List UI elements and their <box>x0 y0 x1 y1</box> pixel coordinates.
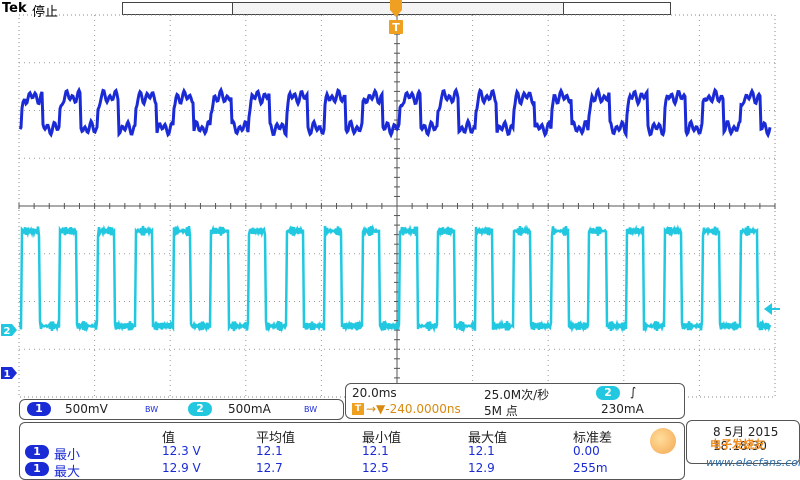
meas-cell: 12.9 <box>468 461 495 475</box>
meas-cell: 12.5 <box>362 461 389 475</box>
trigger-source-badge[interactable]: 2 <box>596 386 620 400</box>
measurement-row[interactable]: 1 最小 12.3 V 12.1 12.1 12.1 0.00 <box>20 444 684 463</box>
watermark-site: www.elecfans.com <box>706 456 800 469</box>
timebase-trigger-panel[interactable]: 20.0ms 25.0M次/秒 2 ∫ T →▼-240.0000ns 5M 点… <box>345 383 685 419</box>
meas-cell: 255m <box>573 461 608 475</box>
ch2-ground-marker[interactable]: 2 <box>1 324 17 337</box>
channel-settings-panel[interactable]: 1 500mV BW 2 500mA BW <box>19 399 344 420</box>
watermark-logo-icon <box>650 428 676 454</box>
channel-1-scale: 500mV <box>65 402 108 416</box>
trigger-level: 230mA <box>601 402 644 416</box>
record-length: 5M 点 <box>484 404 518 418</box>
trigger-position-icon: T <box>352 403 364 415</box>
meas-channel-badge: 1 <box>25 462 49 476</box>
svg-text:2: 2 <box>4 326 11 337</box>
channel-2-bw-limit: BW <box>304 405 318 414</box>
meas-cell: 12.1 <box>468 444 495 458</box>
time-per-division: 20.0ms <box>352 386 397 400</box>
trigger-level-marker[interactable] <box>764 303 780 315</box>
meas-cell: 12.9 V <box>162 461 201 475</box>
meas-cell: 0.00 <box>573 444 600 458</box>
svg-text:1: 1 <box>4 369 11 380</box>
measurement-panel[interactable]: 值 平均值 最小值 最大值 标准差 1 最小 12.3 V 12.1 12.1 … <box>19 422 685 480</box>
trigger-marker-label: T <box>392 21 400 34</box>
trigger-position-marker[interactable]: T <box>389 0 403 34</box>
measurement-row[interactable]: 1 最大 12.9 V 12.7 12.5 12.9 255m <box>20 461 684 480</box>
channel-1-waveform <box>18 86 772 140</box>
sample-rate: 25.0M次/秒 <box>484 388 550 402</box>
meas-name: 最大 <box>54 465 81 480</box>
watermark-logo-text: 电子发烧友 <box>710 438 765 451</box>
meas-cell: 12.7 <box>256 461 283 475</box>
channel-2-badge[interactable]: 2 <box>188 402 212 416</box>
meas-cell: 12.1 <box>256 444 283 458</box>
ch1-ground-marker[interactable]: 1 <box>1 367 17 380</box>
channel-1-badge[interactable]: 1 <box>27 402 51 416</box>
channel-2-waveform <box>18 223 772 334</box>
graticule <box>18 14 776 398</box>
meas-cell: 12.1 <box>362 444 389 458</box>
meas-cell: 12.3 V <box>162 444 201 458</box>
meas-channel-badge: 1 <box>25 445 49 459</box>
channel-1-bw-limit: BW <box>145 405 159 414</box>
channel-2-scale: 500mA <box>228 402 271 416</box>
trigger-slope-icon: ∫ <box>630 385 637 399</box>
waveform-display[interactable]: T 2 1 <box>0 0 800 398</box>
trigger-position-value: →▼-240.0000ns <box>366 402 461 416</box>
